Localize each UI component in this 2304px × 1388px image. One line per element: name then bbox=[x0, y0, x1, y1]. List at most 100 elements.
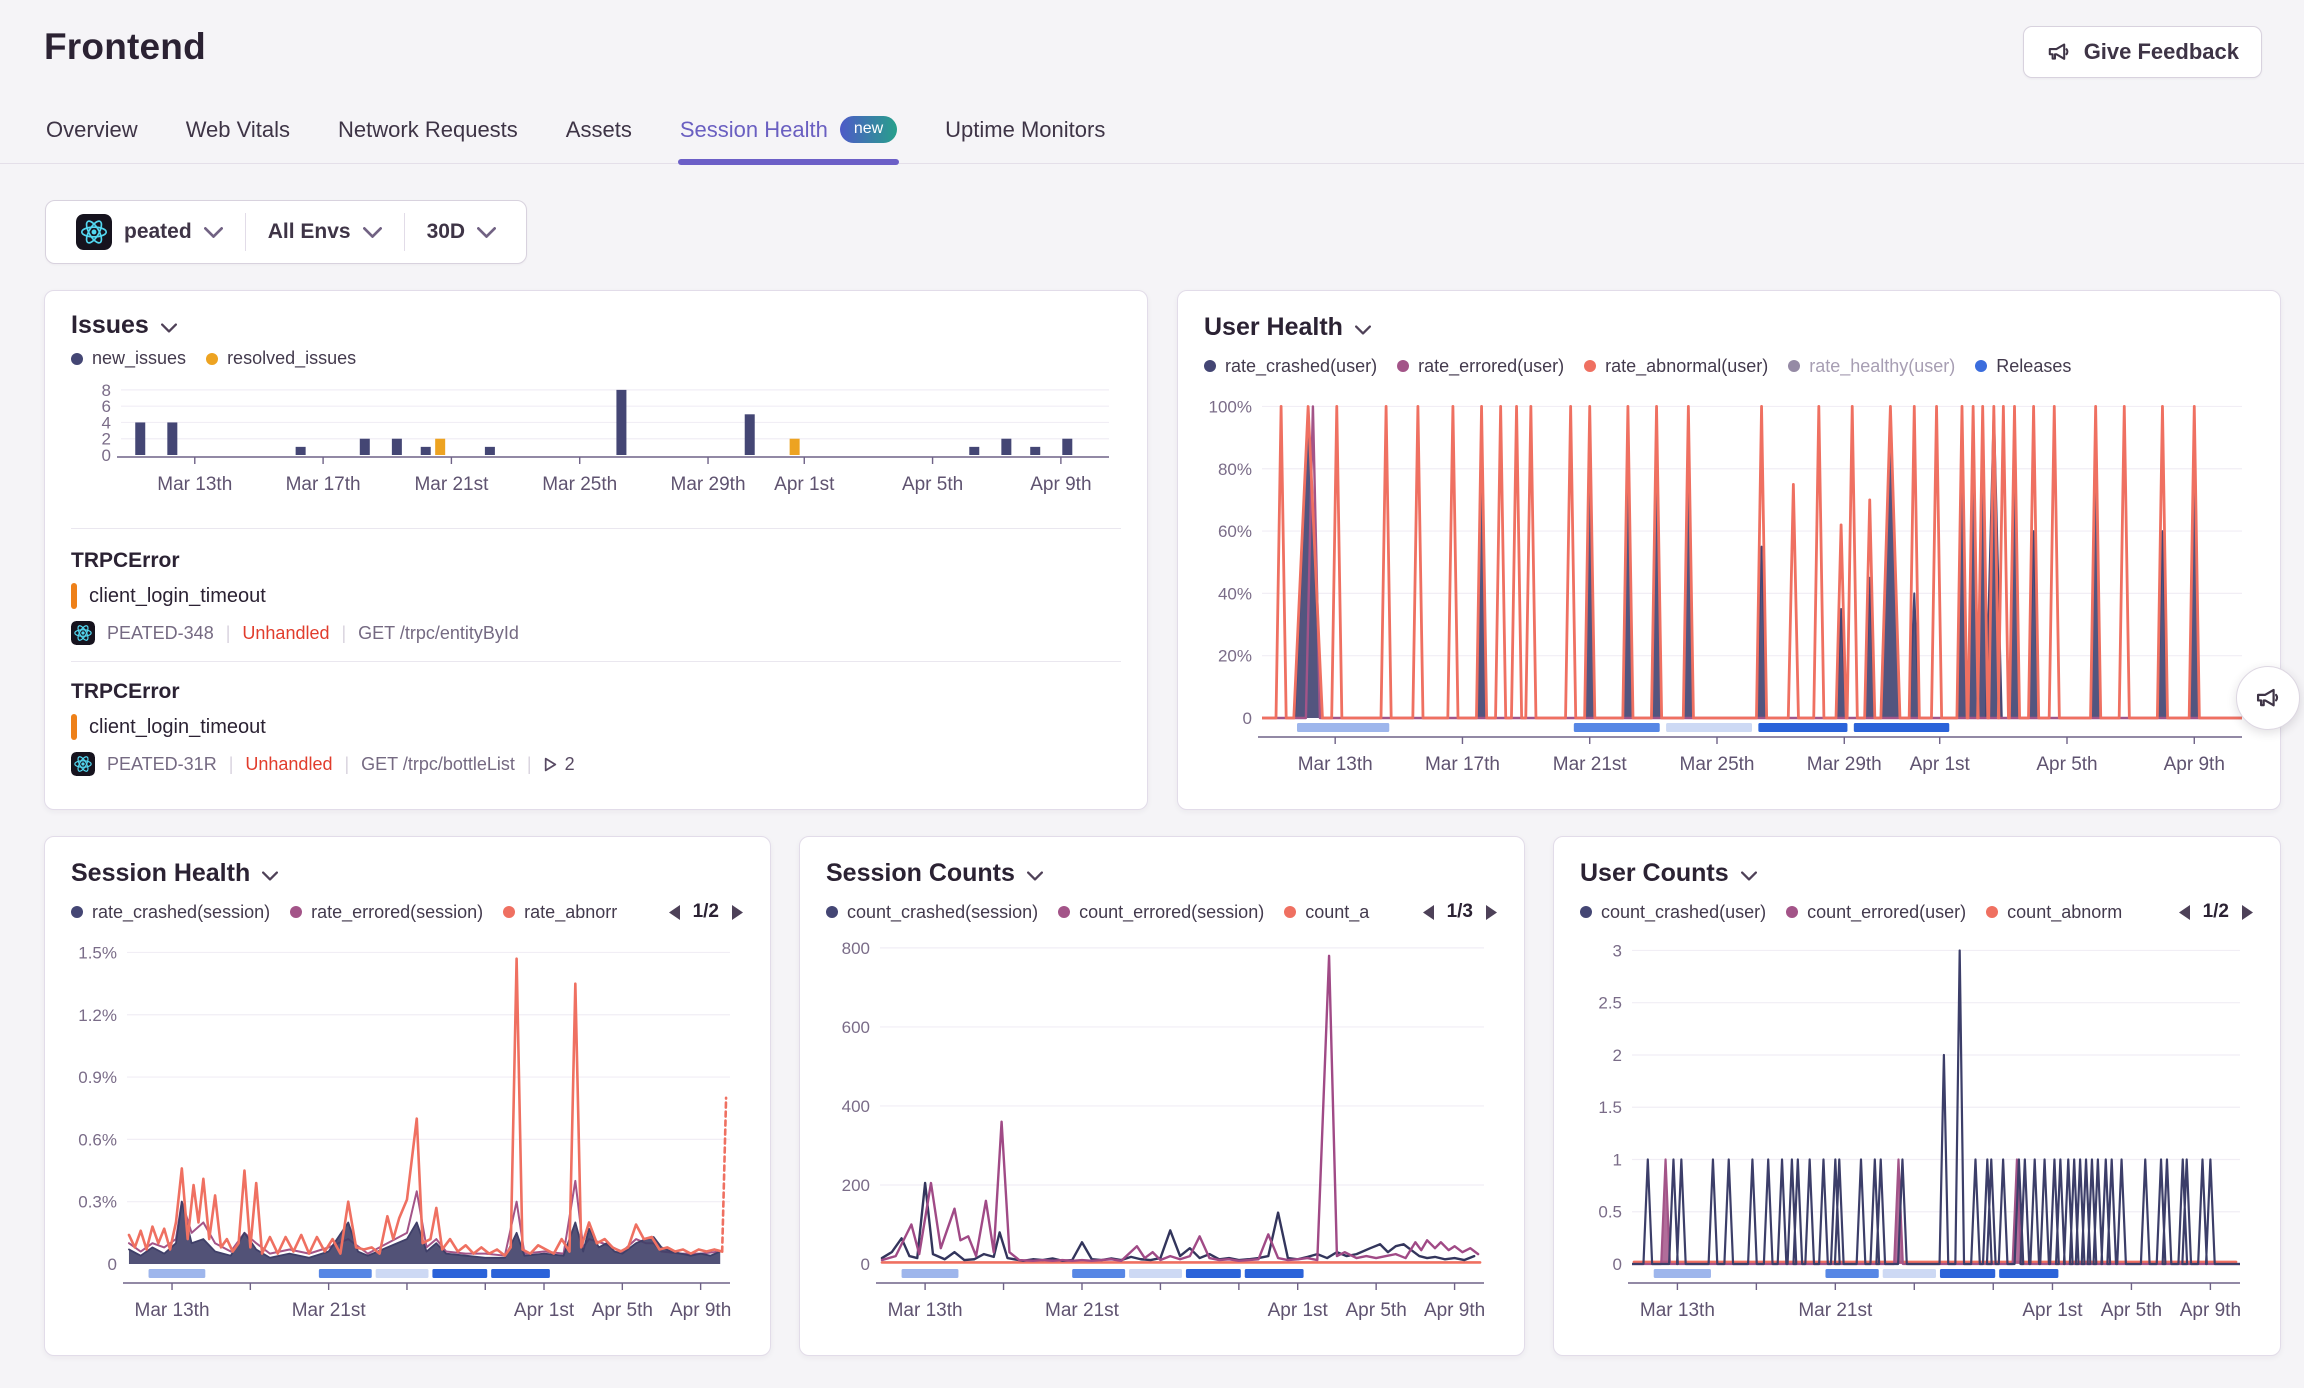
svg-text:100%: 100% bbox=[1209, 397, 1252, 416]
react-project-icon bbox=[76, 214, 112, 250]
legend-label: count_crashed(session) bbox=[847, 902, 1038, 923]
bottom-row: Session Health rate_crashed(session) rate… bbox=[44, 836, 2281, 1356]
date-range-value: 30D bbox=[427, 220, 466, 244]
svg-text:0: 0 bbox=[102, 446, 111, 465]
chevron-down-icon bbox=[161, 323, 177, 333]
tab-label: Uptime Monitors bbox=[945, 117, 1105, 143]
legend-dot bbox=[1058, 906, 1070, 918]
svg-text:0.6%: 0.6% bbox=[78, 1130, 117, 1149]
legend-page-indicator: 1/3 bbox=[1447, 901, 1473, 923]
chart-user-health-canvas: 100%80%60%40%20%0Mar 13thMar 17thMar 21s… bbox=[1204, 386, 2254, 784]
give-feedback-label: Give Feedback bbox=[2084, 39, 2239, 65]
legend-item[interactable]: rate_errored(session) bbox=[290, 902, 483, 923]
legend-next-button[interactable] bbox=[2241, 904, 2254, 921]
session-health-panel-header[interactable]: Session Health bbox=[71, 857, 744, 890]
legend-item[interactable]: rate_crashed(session) bbox=[71, 902, 270, 923]
legend-dot bbox=[1204, 360, 1216, 372]
legend-item[interactable]: rate_crashed(user) bbox=[1204, 356, 1377, 377]
issue-row[interactable]: TRPCErrorclient_login_timeoutPEATED-348|… bbox=[71, 545, 1121, 661]
issue-message-text: client_login_timeout bbox=[89, 585, 266, 608]
svg-text:Apr 5th: Apr 5th bbox=[2101, 1300, 2162, 1321]
legend-item[interactable]: rate_errored(user) bbox=[1397, 356, 1564, 377]
legend-dot bbox=[290, 906, 302, 918]
project-selector[interactable]: peated bbox=[54, 201, 245, 263]
meta-separator: | bbox=[344, 754, 349, 775]
legend-label: count_errored(session) bbox=[1079, 902, 1264, 923]
tab-session-health[interactable]: Session Healthnew bbox=[678, 106, 899, 163]
tab-network-requests[interactable]: Network Requests bbox=[336, 106, 520, 163]
session-counts-panel-header[interactable]: Session Counts bbox=[826, 857, 1498, 890]
issues-legend: new_issues resolved_issues bbox=[71, 348, 1121, 369]
meta-separator: | bbox=[229, 754, 234, 775]
svg-text:Mar 13th: Mar 13th bbox=[157, 474, 232, 495]
tab-assets[interactable]: Assets bbox=[564, 106, 634, 163]
legend-item[interactable]: count_crashed(session) bbox=[826, 902, 1038, 923]
chart-issues-canvas: 02468Mar 13thMar 17thMar 21stMar 25thMar… bbox=[71, 377, 1121, 509]
svg-text:Mar 21st: Mar 21st bbox=[414, 474, 489, 495]
svg-text:Mar 13th: Mar 13th bbox=[888, 1300, 963, 1321]
legend-item[interactable]: count_a bbox=[1284, 902, 1369, 923]
floating-feedback-button[interactable] bbox=[2236, 666, 2300, 730]
legend-item[interactable]: rate_abnorr bbox=[503, 902, 617, 923]
svg-text:600: 600 bbox=[842, 1018, 870, 1037]
svg-text:3: 3 bbox=[1613, 941, 1622, 960]
svg-text:8: 8 bbox=[102, 381, 111, 400]
svg-text:Mar 13th: Mar 13th bbox=[1640, 1300, 1715, 1321]
legend-item[interactable]: new_issues bbox=[71, 348, 186, 369]
issue-meta-row: PEATED-31R|Unhandled|GET /trpc/bottleLis… bbox=[71, 752, 1121, 776]
legend-item[interactable]: resolved_issues bbox=[206, 348, 356, 369]
date-range-selector[interactable]: 30D bbox=[405, 201, 519, 263]
svg-text:1.5%: 1.5% bbox=[78, 943, 117, 962]
legend-dot bbox=[826, 906, 838, 918]
legend-item[interactable]: rate_abnormal(user) bbox=[1584, 356, 1768, 377]
legend-item[interactable]: count_errored(user) bbox=[1786, 902, 1966, 923]
replay-count[interactable]: 2 bbox=[544, 754, 575, 775]
issue-short-id: PEATED-31R bbox=[107, 754, 217, 775]
chevron-down-icon bbox=[204, 227, 223, 238]
legend-prev-button[interactable] bbox=[1422, 904, 1435, 921]
legend-next-button[interactable] bbox=[731, 904, 744, 921]
svg-text:Mar 17th: Mar 17th bbox=[1425, 754, 1500, 775]
svg-text:0: 0 bbox=[1243, 709, 1252, 728]
chevron-down-icon bbox=[1355, 325, 1371, 335]
issue-row[interactable]: TRPCErrorclient_login_timeoutPEATED-31R|… bbox=[71, 661, 1121, 792]
legend-prev-button[interactable] bbox=[2178, 904, 2191, 921]
user-counts-panel-header[interactable]: User Counts bbox=[1580, 857, 2254, 890]
give-feedback-button[interactable]: Give Feedback bbox=[2023, 26, 2262, 78]
legend-label: rate_abnorr bbox=[524, 902, 617, 923]
legend-next-button[interactable] bbox=[1485, 904, 1498, 921]
issue-error-type: TRPCError bbox=[71, 549, 1121, 573]
play-icon bbox=[544, 757, 557, 772]
legend-item[interactable]: Releases bbox=[1975, 356, 2071, 377]
issue-message-text: client_login_timeout bbox=[89, 716, 266, 739]
svg-text:Mar 25th: Mar 25th bbox=[1680, 754, 1755, 775]
legend-dot bbox=[1584, 360, 1596, 372]
issues-panel-title: Issues bbox=[71, 311, 149, 340]
meta-separator: | bbox=[226, 623, 231, 644]
session-counts-chart: 8006004002000Mar 13thMar 21stApr 1stApr … bbox=[826, 932, 1498, 1335]
legend-prev-button[interactable] bbox=[668, 904, 681, 921]
tab-uptime-monitors[interactable]: Uptime Monitors bbox=[943, 106, 1107, 163]
error-level-bar bbox=[71, 583, 77, 609]
environment-selector[interactable]: All Envs bbox=[246, 201, 404, 263]
legend-label: count_crashed(user) bbox=[1601, 902, 1766, 923]
issues-panel-header[interactable]: Issues bbox=[71, 311, 1121, 340]
legend-dot bbox=[1975, 360, 1987, 372]
svg-text:0.5: 0.5 bbox=[1598, 1203, 1622, 1222]
svg-text:Mar 13th: Mar 13th bbox=[1298, 754, 1373, 775]
legend-item[interactable]: rate_healthy(user) bbox=[1788, 356, 1955, 377]
svg-text:0: 0 bbox=[861, 1255, 870, 1274]
legend-item[interactable]: count_errored(session) bbox=[1058, 902, 1264, 923]
svg-text:Apr 5th: Apr 5th bbox=[592, 1300, 653, 1321]
legend-dot bbox=[1284, 906, 1296, 918]
legend-label: Releases bbox=[1996, 356, 2071, 377]
legend-item[interactable]: count_crashed(user) bbox=[1580, 902, 1766, 923]
issue-culprit: GET /trpc/entityById bbox=[358, 623, 519, 644]
tab-web-vitals[interactable]: Web Vitals bbox=[184, 106, 292, 163]
legend-item[interactable]: count_abnorm bbox=[1986, 902, 2122, 923]
user-health-panel-header[interactable]: User Health bbox=[1204, 311, 2254, 344]
tab-overview[interactable]: Overview bbox=[44, 106, 140, 163]
svg-text:Mar 21st: Mar 21st bbox=[1045, 1300, 1120, 1321]
legend-label: rate_abnormal(user) bbox=[1605, 356, 1768, 377]
active-tab-underline bbox=[678, 159, 899, 165]
